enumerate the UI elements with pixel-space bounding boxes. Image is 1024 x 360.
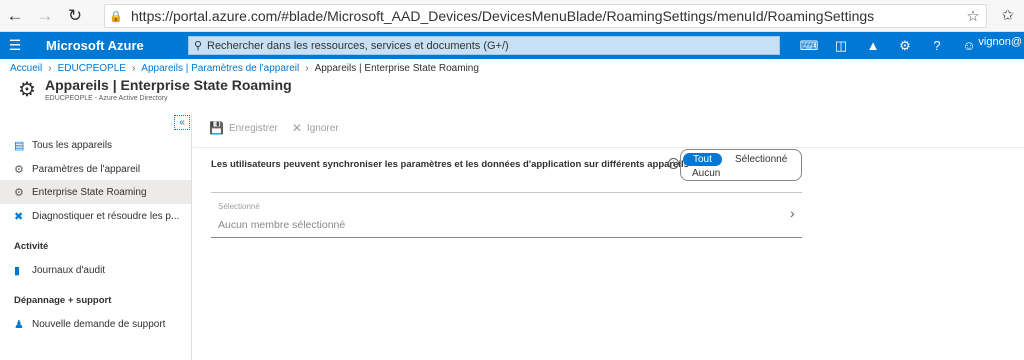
settings-gear-icon[interactable]: ⚙ [889,38,921,54]
option-selected[interactable]: Sélectionné [735,154,787,165]
divider [211,237,802,238]
forward-arrow-icon[interactable]: → [30,0,60,32]
log-icon: ▮ [14,264,21,277]
divider [193,147,1024,148]
breadcrumb-device-settings[interactable]: Appareils | Paramètres de l'appareil [141,63,299,74]
sidebar-item-label: Tous les appareils [32,139,113,151]
sidebar-item-new-support-request[interactable]: ♟ Nouvelle demande de support [0,312,191,336]
option-none[interactable]: Aucun [692,168,720,179]
favorite-star-icon[interactable]: ☆ [960,7,986,25]
portal-header: ☰ Microsoft Azure ⚲ Rechercher dans les … [0,32,1024,59]
page-header: ⚙ Appareils | Enterprise State Roaming E… [0,77,1024,102]
gear-icon: ⚙ [14,186,24,199]
search-icon: ⚲ [193,40,203,52]
notifications-bell-icon[interactable]: ▲ [857,38,889,53]
command-bar: 💾 Enregistrer ✕ Ignorer [209,121,353,135]
section-heading-support: Dépannage + support [14,295,112,306]
chevron-right-icon: › [305,62,309,74]
address-bar[interactable]: 🔒 https://portal.azure.com/#blade/Micros… [104,4,987,28]
settings-icon: ⚙ [14,163,24,176]
chevron-right-icon[interactable]: › [790,205,795,221]
refresh-icon[interactable]: ↻ [60,0,90,32]
sync-option-selector: Tout Sélectionné Aucun [680,149,802,181]
page-title: Appareils | Enterprise State Roaming [45,77,292,93]
sidebar-item-device-settings[interactable]: ⚙ Paramètres de l'appareil [0,157,191,181]
browser-toolbar: ← → ↻ 🔒 https://portal.azure.com/#blade/… [0,0,1024,32]
selected-members-value[interactable]: Aucun membre sélectionné [218,219,345,231]
back-arrow-icon[interactable]: ← [0,0,30,32]
cloud-shell-icon[interactable]: ⌨ [793,38,825,54]
chevron-right-icon: › [48,62,52,74]
sidebar-item-label: Diagnostiquer et résoudre les p... [32,210,180,222]
save-icon: 💾 [209,121,224,135]
sidebar-item-audit-logs[interactable]: ▮ Journaux d'audit [0,258,191,282]
sidebar-item-label: Paramètres de l'appareil [32,163,141,175]
breadcrumb-current: Appareils | Enterprise State Roaming [314,62,479,74]
breadcrumb: Accueil › EDUCPEOPLE › Appareils | Param… [0,59,1024,77]
lock-icon: 🔒 [109,10,123,23]
option-all[interactable]: Tout [683,153,722,166]
sidebar-item-label: Enterprise State Roaming [32,186,147,198]
selected-members-label: Sélectionné [218,202,260,211]
save-label: Enregistrer [228,122,278,134]
discard-label: Ignorer [306,122,339,134]
sync-setting-label: Les utilisateurs peuvent synchroniser le… [211,159,689,170]
sidebar-item-diagnose[interactable]: ✖ Diagnostiquer et résoudre les p... [0,204,191,228]
user-account[interactable]: vignon@ [978,36,1022,48]
url-text[interactable]: https://portal.azure.com/#blade/Microsof… [127,8,960,24]
info-icon[interactable]: i [668,158,679,169]
collapse-sidebar-button[interactable]: « [174,115,190,130]
sidebar-item-label: Journaux d'audit [32,264,106,276]
search-placeholder: Rechercher dans les ressources, services… [207,39,509,52]
sidebar-item-label: Nouvelle demande de support [32,318,166,330]
divider [211,192,802,193]
header-icons: ⌨ ◫ ▲ ⚙ ? ☺ [793,32,985,59]
support-icon: ♟ [14,318,24,331]
section-heading-activity: Activité [14,241,49,252]
gear-icon: ⚙ [18,78,36,101]
menu-icon[interactable]: ☰ [0,37,30,54]
directory-filter-icon[interactable]: ◫ [825,38,857,54]
close-icon: ✕ [291,121,302,135]
breadcrumb-home[interactable]: Accueil [10,63,42,74]
favorites-bar-icon[interactable]: ✩ [1001,6,1014,24]
breadcrumb-tenant[interactable]: EDUCPEOPLE [58,63,126,74]
sidebar-item-all-devices[interactable]: ▤ Tous les appareils [0,133,191,157]
save-button[interactable]: 💾 Enregistrer [209,121,278,135]
page-subtitle: EDUCPEOPLE - Azure Active Directory [45,95,168,102]
devices-icon: ▤ [14,139,25,152]
help-icon[interactable]: ? [921,38,953,53]
global-search-input[interactable]: ⚲ Rechercher dans les ressources, servic… [188,36,780,55]
blade-body: « ▤ Tous les appareils ⚙ Paramètres de l… [0,115,1024,360]
chevron-right-icon: › [131,62,136,74]
brand-logo-text[interactable]: Microsoft Azure [46,38,144,53]
discard-button[interactable]: ✕ Ignorer [292,121,339,135]
sidebar: « ▤ Tous les appareils ⚙ Paramètres de l… [0,115,192,360]
wrench-icon: ✖ [14,210,24,223]
sidebar-item-enterprise-state-roaming[interactable]: ⚙ Enterprise State Roaming [0,180,191,204]
